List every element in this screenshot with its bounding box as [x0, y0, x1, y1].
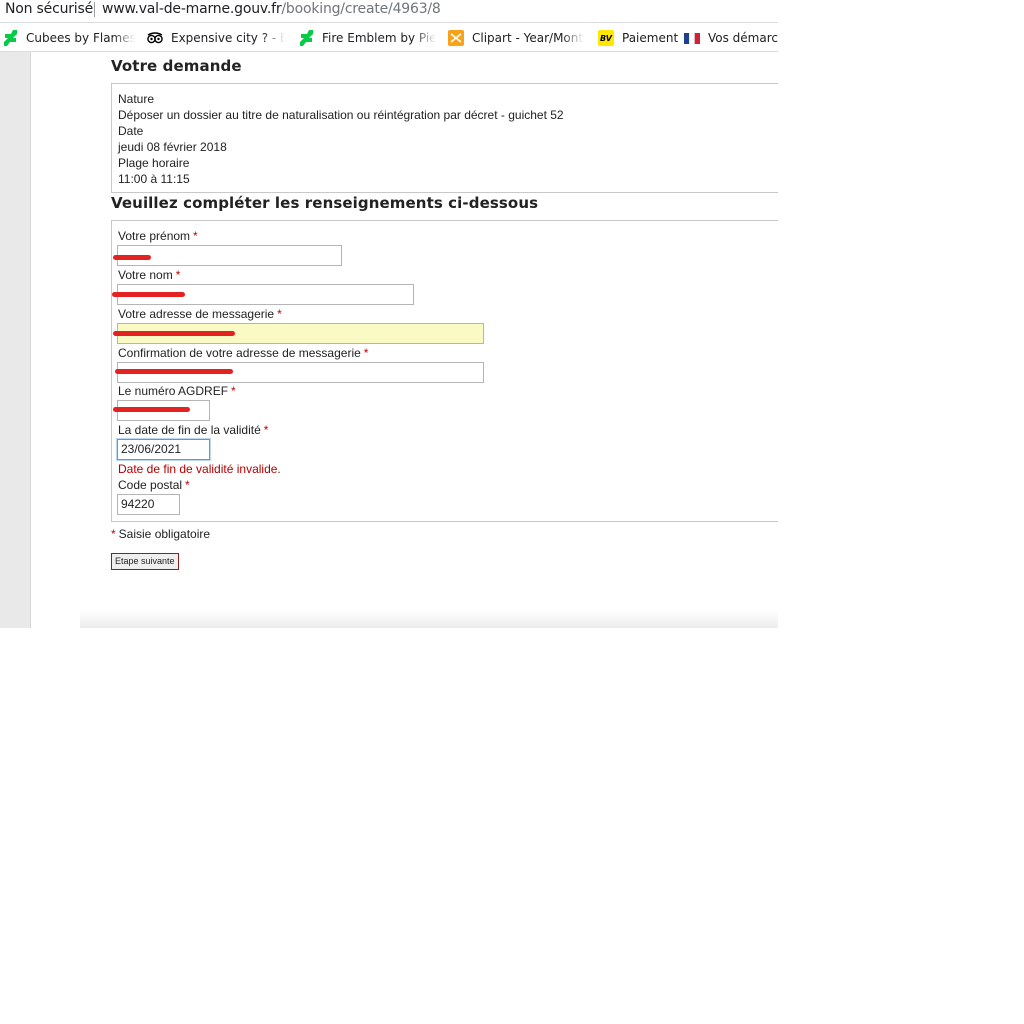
bookmark-label: Cubees by Flames2Ea [26, 31, 135, 45]
date-label: Date [118, 124, 144, 138]
field-label-text: Votre prénom [118, 229, 191, 243]
required-note-text: Saisie obligatoire [118, 527, 211, 541]
agdref-label: Le numéro AGDREF * [118, 384, 236, 398]
redaction-mark [113, 331, 235, 336]
redaction-mark [113, 255, 151, 260]
url-path: /booking/create/4963/8 [281, 1, 441, 17]
bookmark-paiement[interactable]: BV Paiement [598, 29, 678, 47]
slot-label: Plage horaire [118, 156, 190, 170]
bookmarks-bar: Cubees by Flames2Ea Expensive city ? - B… [0, 22, 778, 52]
required-asterisk: * [111, 527, 116, 541]
validity-date-input[interactable]: 23/06/2021 [117, 439, 210, 460]
postal-code-label: Code postal * [118, 478, 190, 492]
address-bar[interactable]: Non sécurisé www.val-de-marne.gouv.fr/bo… [0, 0, 778, 20]
bv-icon: BV [598, 30, 614, 46]
required-asterisk: * [185, 478, 190, 492]
email-confirm-label: Confirmation de votre adresse de message… [118, 346, 368, 360]
redaction-mark [112, 292, 185, 297]
required-asterisk: * [231, 384, 236, 398]
field-label-text: Le numéro AGDREF [118, 384, 229, 398]
deviantart-icon [2, 30, 18, 46]
required-asterisk: * [363, 346, 369, 360]
required-note: * Saisie obligatoire [111, 527, 210, 541]
request-title: Votre demande [111, 57, 242, 75]
bookmark-vos-demarches[interactable]: Vos démarche [684, 29, 778, 47]
tripadvisor-icon [147, 30, 163, 46]
url-text[interactable]: www.val-de-marne.gouv.fr/booking/create/… [102, 0, 441, 18]
required-asterisk: * [277, 307, 282, 321]
request-summary-box [111, 83, 778, 193]
bookmark-label: Paiement [622, 31, 678, 45]
bookmark-label: Fire Emblem by Pierc [322, 31, 436, 45]
field-label-text: La date de fin de la validité [118, 423, 261, 437]
address-separator [94, 2, 95, 17]
form-title: Veuillez compléter les renseignements ci… [111, 194, 539, 212]
slot-value: 11:00 à 11:15 [118, 172, 190, 186]
email-label: Votre adresse de messagerie * [118, 307, 282, 321]
bookmark-fire-emblem[interactable]: Fire Emblem by Pierc [298, 29, 436, 47]
deviantart-icon [298, 30, 314, 46]
redaction-mark [115, 369, 233, 374]
validity-date-label: La date de fin de la validité * [118, 423, 268, 437]
first-name-label: Votre prénom * [118, 229, 198, 243]
field-label-text: Confirmation de votre adresse de message… [118, 346, 361, 360]
last-name-label: Votre nom * [118, 268, 180, 282]
french-republic-flag-icon [684, 30, 700, 46]
required-asterisk: * [175, 268, 181, 282]
next-step-button[interactable]: Etape suivante [111, 553, 179, 570]
browser-window: Non sécurisé www.val-de-marne.gouv.fr/bo… [0, 0, 778, 628]
bookmark-cubees[interactable]: Cubees by Flames2Ea [2, 29, 135, 47]
bookmark-expensive-city[interactable]: Expensive city ? - Bru [147, 29, 285, 47]
date-value: jeudi 08 février 2018 [118, 140, 227, 154]
nature-value: Déposer un dossier au titre de naturalis… [118, 108, 564, 122]
page-bottom-shadow [80, 610, 778, 628]
required-asterisk: * [263, 423, 269, 437]
security-indicator[interactable]: Non sécurisé [5, 0, 93, 18]
field-label-text: Votre nom [118, 268, 173, 282]
url-host: www.val-de-marne.gouv.fr [102, 1, 282, 17]
field-label-text: Code postal [118, 478, 183, 492]
bookmark-label: Vos démarche [708, 31, 778, 45]
bookmark-label: Expensive city ? - Bru [171, 31, 285, 45]
redaction-mark [113, 407, 190, 412]
field-label-text: Votre adresse de messagerie [118, 307, 275, 321]
postal-code-input[interactable]: 94220 [117, 494, 180, 515]
bookmark-label: Clipart - Year/Month [472, 31, 584, 45]
page-content: Votre demande Nature Déposer un dossier … [0, 52, 778, 628]
left-gutter [0, 52, 31, 628]
scissors-icon [448, 30, 464, 46]
nature-label: Nature [118, 92, 155, 106]
required-asterisk: * [193, 229, 198, 243]
validity-date-error: Date de fin de validité invalide. [118, 462, 281, 476]
bookmark-clipart[interactable]: Clipart - Year/Month [448, 29, 584, 47]
